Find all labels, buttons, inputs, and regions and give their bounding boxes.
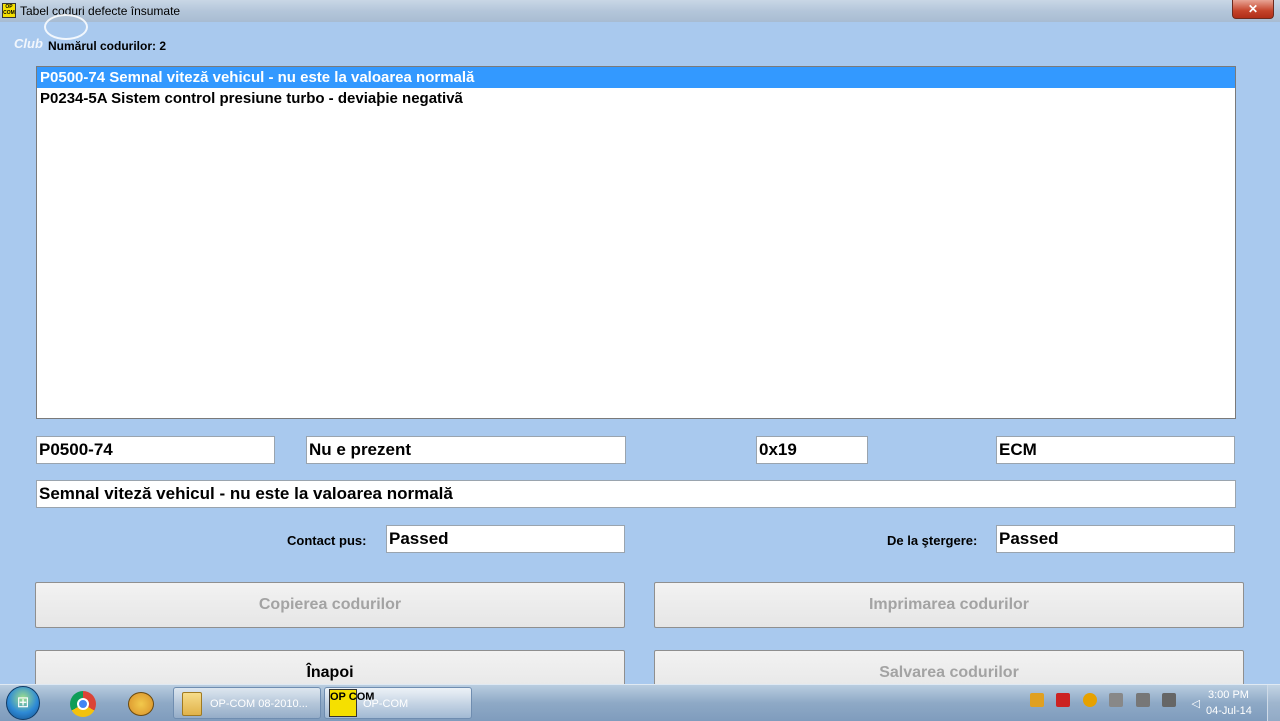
messenger-icon [128, 692, 154, 716]
close-button[interactable]: ✕ [1232, 0, 1274, 19]
codes-count-label: Numărul codurilor: 2 [48, 39, 167, 53]
task-label: OP-COM [363, 698, 409, 710]
clock-time[interactable]: 3:00 PM [1208, 689, 1249, 701]
chrome-icon [70, 691, 96, 717]
tray-update-icon[interactable] [1082, 693, 1097, 707]
folder-icon [182, 692, 202, 716]
start-orb-icon[interactable]: ⊞ [6, 686, 40, 720]
taskbar-task-folder[interactable]: OP-COM 08-2010... [173, 687, 321, 719]
taskbar: ⊞ OP-COM 08-2010... OP COMOP-COM ◁ 3:00 … [0, 684, 1280, 721]
erase-label: De la ştergere: [887, 533, 978, 548]
status-field[interactable]: Nu e prezent [306, 436, 626, 464]
tray-app-icon[interactable] [1030, 693, 1044, 707]
task-label: OP-COM 08-2010... [210, 698, 308, 710]
chrome-taskbar-button[interactable] [60, 688, 108, 718]
volume-icon[interactable]: ◁ [1189, 697, 1203, 711]
tray-antivirus-icon[interactable] [1056, 693, 1071, 707]
tray-device-icon[interactable] [1135, 693, 1150, 707]
tray-security-icon[interactable] [1109, 693, 1124, 707]
print-codes-button[interactable]: Imprimarea codurilor [654, 582, 1244, 628]
contact-field[interactable]: Passed [386, 525, 625, 553]
messenger-taskbar-button[interactable] [116, 688, 164, 718]
title-bar: OP COM Tabel coduri defecte însumate ✕ [0, 0, 1280, 22]
module-field[interactable]: ECM [996, 436, 1235, 464]
copy-codes-button[interactable]: Copierea codurilor [35, 582, 625, 628]
watermark-text: Club [14, 36, 43, 51]
watermark-logo-icon [44, 14, 88, 40]
system-tray: ◁ [1030, 693, 1211, 713]
description-field[interactable]: Semnal viteză vehicul - nu este la valoa… [36, 480, 1236, 508]
window-title: Tabel coduri defecte însumate [20, 4, 181, 18]
hex-field[interactable]: 0x19 [756, 436, 868, 464]
list-item[interactable]: P0500-74 Semnal viteză vehicul - nu este… [37, 67, 1235, 88]
tray-network-icon[interactable] [1162, 693, 1177, 707]
erase-field[interactable]: Passed [996, 525, 1235, 553]
code-field[interactable]: P0500-74 [36, 436, 275, 464]
opcom-app-icon: OP COM [2, 3, 16, 18]
clock-date[interactable]: 04-Jul-14 [1206, 705, 1252, 717]
list-item[interactable]: P0234-5A Sistem control presiune turbo -… [37, 88, 1235, 109]
show-desktop-button[interactable] [1267, 685, 1280, 721]
contact-label: Contact pus: [287, 533, 367, 548]
taskbar-task-opcom[interactable]: OP COMOP-COM [324, 687, 472, 719]
opcom-icon: OP COM [329, 689, 374, 717]
codes-listbox[interactable]: P0500-74 Semnal viteză vehicul - nu este… [36, 66, 1236, 419]
